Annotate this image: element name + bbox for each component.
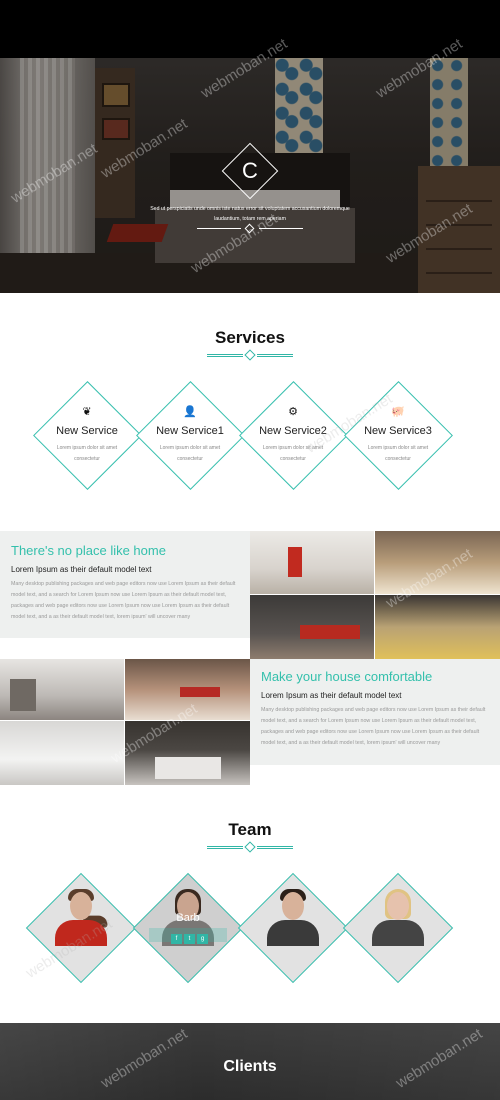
team-member[interactable] <box>342 872 454 984</box>
twitter-icon[interactable]: t <box>184 934 195 944</box>
about-title: There's no place like home <box>11 543 166 558</box>
room-photo[interactable] <box>125 659 250 720</box>
service-label: New Service2 <box>259 425 327 437</box>
room-photo[interactable] <box>125 721 250 785</box>
clients-title: Clients <box>223 1058 277 1075</box>
service-card[interactable]: ❦ New Service Lorem ipsum dolor sit amet… <box>32 380 142 490</box>
about-body: Many desktop publishing packages and web… <box>11 581 236 620</box>
user-icon: 👤 <box>183 406 197 418</box>
member-shirt <box>55 920 107 946</box>
about-block: Make your house comfortable Lorem Ipsum … <box>250 659 500 765</box>
gear-icon: ⚙ <box>288 406 298 418</box>
team-member[interactable] <box>237 872 349 984</box>
room-photo[interactable] <box>0 659 124 720</box>
service-card[interactable]: 🐖 New Service3 Lorem ipsum dolor sit ame… <box>343 380 453 490</box>
team-divider <box>207 841 293 853</box>
room-photo[interactable] <box>250 595 374 659</box>
leaf-icon: ❦ <box>82 406 92 418</box>
about-block: There's no place like home Lorem Ipsum a… <box>0 531 250 638</box>
about-subtitle: Lorem Ipsum as their default model text <box>11 565 152 574</box>
member-shirt <box>372 920 424 946</box>
facebook-icon[interactable]: f <box>171 934 182 944</box>
hero-text: Sed ut perspiciatis unde omnis iste natu… <box>150 206 350 222</box>
service-desc: Lorem ipsum dolor sit amet consectetur <box>159 445 221 462</box>
service-card[interactable]: 👤 New Service1 Lorem ipsum dolor sit ame… <box>135 380 245 490</box>
service-card[interactable]: ⚙ New Service2 Lorem ipsum dolor sit ame… <box>238 380 348 490</box>
service-desc: Lorem ipsum dolor sit amet consectetur <box>367 445 429 462</box>
room-photo[interactable] <box>375 595 500 659</box>
piggy-bank-icon: 🐖 <box>391 406 405 418</box>
top-bar <box>0 0 500 58</box>
services-title: Services <box>215 328 285 347</box>
member-face <box>282 892 304 920</box>
room-photo[interactable] <box>375 531 500 594</box>
member-shirt <box>267 920 319 946</box>
about-subtitle: Lorem Ipsum as their default model text <box>261 691 402 700</box>
about-title: Make your house comfortable <box>261 669 433 684</box>
member-name: Barb <box>176 912 200 924</box>
google-plus-icon[interactable]: g <box>197 934 208 944</box>
team-member[interactable] <box>25 872 137 984</box>
hero-banner: C <box>0 58 500 293</box>
service-desc: Lorem ipsum dolor sit amet consectetur <box>56 445 118 462</box>
service-label: New Service3 <box>364 425 432 437</box>
services-divider <box>207 349 293 361</box>
member-socials: ftg <box>171 927 211 944</box>
room-photo[interactable] <box>0 721 124 785</box>
member-face <box>70 892 92 920</box>
service-label: New Service <box>56 425 118 437</box>
team-member[interactable]: Barb ftg <box>132 872 244 984</box>
member-face <box>387 892 409 920</box>
service-label: New Service1 <box>156 425 224 437</box>
hero-divider <box>197 223 303 234</box>
service-desc: Lorem ipsum dolor sit amet consectetur <box>262 445 324 462</box>
team-title: Team <box>228 820 272 839</box>
about-body: Many desktop publishing packages and web… <box>261 707 486 746</box>
room-photo[interactable] <box>250 531 374 594</box>
logo-letter[interactable]: C <box>230 151 270 191</box>
clients-section: Clients <box>0 1023 500 1100</box>
